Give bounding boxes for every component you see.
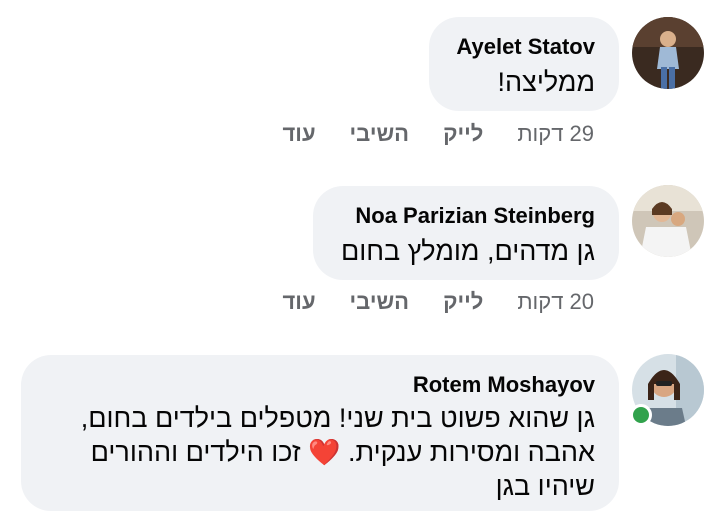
online-status-dot (630, 404, 652, 426)
comment-bubble: Rotem Moshayov גן שהוא פשוט בית שני! מטפ… (21, 355, 619, 511)
comment-text-line: שיהיו בגן (495, 471, 595, 501)
author-name[interactable]: Ayelet Statov (456, 34, 595, 60)
reply-button[interactable]: השיבי (350, 121, 410, 147)
comment-text-line: אהבה ומסירות ענקית. ❤️ זכו הילדים וההורי… (45, 435, 595, 469)
like-button[interactable]: לייק (443, 289, 483, 315)
like-button[interactable]: לייק (443, 121, 483, 147)
comments-page: Ayelet Statov ממליצה! 29 דקות לייק השיבי… (0, 0, 720, 520)
more-button[interactable]: עוד (283, 121, 316, 147)
comment-text: גן שהוא פשוט בית שני! מטפלים בילדים בחום… (45, 401, 595, 503)
comment-actions: 20 דקות לייק השיבי עוד (283, 289, 595, 315)
avatar-noa[interactable] (632, 185, 704, 257)
reply-button[interactable]: השיבי (350, 289, 410, 315)
timestamp[interactable]: 20 דקות (517, 289, 594, 315)
comment-text: ממליצה! (497, 67, 595, 97)
avatar-ayelet[interactable] (632, 17, 704, 89)
comment-text-segment: אהבה ומסירות ענקית. (348, 437, 595, 467)
comment-text-line: גן שהוא פשוט בית שני! מטפלים בילדים בחום… (80, 403, 595, 433)
author-name[interactable]: Rotem Moshayov (413, 372, 595, 398)
heart-emoji: ❤️ (308, 437, 341, 467)
comment-text: גן מדהים, מומלץ בחום (340, 236, 595, 266)
comment-actions: 29 דקות לייק השיבי עוד (283, 121, 595, 147)
comment-bubble: Noa Parizian Steinberg גן מדהים, מומלץ ב… (313, 186, 619, 280)
more-button[interactable]: עוד (283, 289, 316, 315)
comment-bubble: Ayelet Statov ממליצה! (429, 17, 619, 111)
timestamp[interactable]: 29 דקות (517, 121, 594, 147)
comment-text-segment: זכו הילדים וההורים (90, 437, 301, 467)
author-name[interactable]: Noa Parizian Steinberg (355, 203, 595, 229)
